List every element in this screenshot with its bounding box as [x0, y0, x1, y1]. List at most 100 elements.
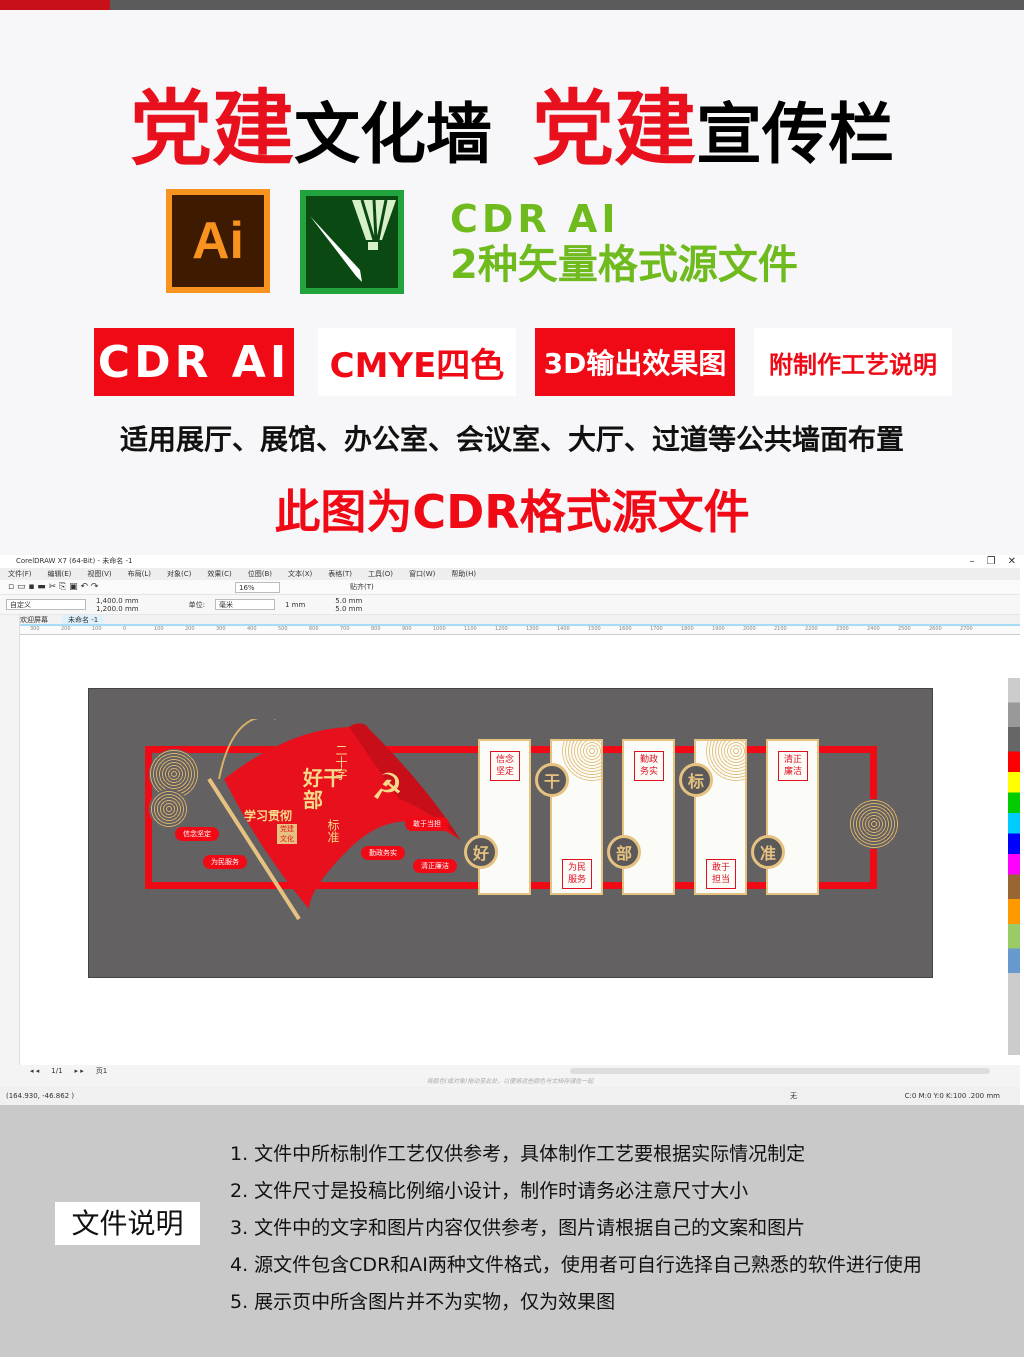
ruler-tick-label: 1800	[681, 626, 694, 632]
panel-seal: 信念 坚定	[490, 751, 520, 781]
panel: 敢于 担当	[694, 739, 747, 895]
panel: 信念 坚定	[478, 739, 531, 895]
formats-text: CDR AI 2种矢量格式源文件	[450, 196, 798, 288]
title-part: 文化墙	[294, 96, 492, 173]
property-bar: 自定义 1,400.0 mm 1,200.0 mm 单位: 毫米 1 mm 5.0…	[0, 595, 1020, 615]
unit-select[interactable]: 毫米	[214, 599, 275, 610]
minimize-icon[interactable]: –	[970, 555, 975, 568]
close-icon[interactable]: ✕	[1008, 555, 1016, 568]
tag-3d-output: 3D输出效果图	[535, 328, 735, 396]
nudge-field[interactable]: 1 mm	[285, 601, 305, 609]
design-artboard[interactable]: 学习贯彻 党建文化 二十字 好干部 标准 ☭ 信念坚定 为民服务 敢于当担 勤政…	[88, 688, 933, 978]
panel-circle: 好	[464, 835, 498, 869]
pill-label: 为民服务	[203, 855, 247, 869]
tag-cdr-ai: CDR AI	[94, 328, 294, 396]
ruler-tick-label: 1500	[588, 626, 601, 632]
toolbox[interactable]	[0, 615, 20, 1065]
menu-edit[interactable]: 编辑(E)	[48, 568, 72, 580]
menu-bitmaps[interactable]: 位图(B)	[248, 568, 272, 580]
ruler-tick-label: 800	[371, 626, 381, 632]
ruler-tick-label: 1900	[712, 626, 725, 632]
page-next-icon[interactable]: ▸ ▸	[75, 1065, 84, 1077]
ruler-tick-label: 600	[309, 626, 319, 632]
window-title: CorelDRAW X7 (64-Bit) - 未命名 -1	[16, 557, 133, 565]
ruler-tick-label: 2200	[805, 626, 818, 632]
new-icon[interactable]: ▫ ▭ ▪ ▬ ✂ ⎘ ▣ ↶ ↷	[8, 582, 98, 592]
ring-decoration	[849, 799, 899, 849]
ruler-tick-label: 0	[123, 626, 127, 632]
ring-decoration	[149, 789, 189, 829]
ruler-tick-label: 2100	[774, 626, 787, 632]
title-bar: CorelDRAW X7 (64-Bit) - 未命名 -1 – ❐ ✕	[0, 555, 1020, 568]
menu-file[interactable]: 文件(F)	[8, 568, 32, 580]
ruler-tick-label: 1400	[557, 626, 570, 632]
tag-craft-notes: 附制作工艺说明	[754, 328, 952, 396]
panel-seal: 清正 廉洁	[778, 751, 808, 781]
menu-table[interactable]: 表格(T)	[328, 568, 352, 580]
ruler-tick-label: 500	[278, 626, 288, 632]
document-palette-hint: 将颜色(或对象)拖动至此处，以便将这些颜色与文档存储在一起	[0, 1077, 1020, 1087]
horizontal-scrollbar[interactable]	[570, 1068, 990, 1074]
panel-seal: 为民 服务	[562, 859, 592, 889]
ruler-tick-label: 2400	[867, 626, 880, 632]
ruler-tick-label: 200	[61, 626, 71, 632]
ruler-tick-label: 2600	[929, 626, 942, 632]
menu-tools[interactable]: 工具(O)	[368, 568, 393, 580]
page-width-field[interactable]: 1,400.0 mm	[96, 597, 139, 605]
page-title: 党建文化墙 党建宣传栏	[0, 62, 1024, 181]
snap-menu[interactable]: 贴齐(T)	[350, 582, 374, 592]
dup-y-field[interactable]: 5.0 mm	[335, 605, 362, 613]
coreldraw-window: CorelDRAW X7 (64-Bit) - 未命名 -1 – ❐ ✕ 文件(F)…	[0, 555, 1024, 1105]
flag-big-text: 好干部	[303, 766, 343, 812]
page-prev-icon[interactable]: ◂ ◂	[30, 1065, 39, 1077]
panel: 勤政 务实	[622, 739, 675, 895]
note-item: 3. 文件中的文字和图片内容仅供参考，图片请根据自己的文案和图片	[230, 1217, 806, 1239]
formats-line1: CDR AI	[450, 197, 620, 241]
file-description-label: 文件说明	[55, 1202, 200, 1245]
ruler-tick-label: 900	[402, 626, 412, 632]
top-banner-strip	[0, 0, 1024, 10]
panel-circle: 准	[751, 835, 785, 869]
page-tab[interactable]: 页1	[96, 1065, 107, 1077]
note-item: 4. 源文件包含CDR和AI两种文件格式，使用者可自行选择自己熟悉的软件进行使用	[230, 1254, 922, 1276]
panel-circle: 标	[679, 763, 713, 797]
tab-document[interactable]: 未命名 -1	[62, 615, 105, 624]
color-palette[interactable]	[1008, 645, 1020, 1055]
pill-label: 敢于当担	[405, 817, 449, 831]
ruler-tick-label: 2700	[960, 626, 973, 632]
ruler-tick-label: 1600	[619, 626, 632, 632]
formats-line2: 2种矢量格式源文件	[450, 242, 798, 288]
menu-object[interactable]: 对象(C)	[167, 568, 191, 580]
panel: 清正 廉洁	[766, 739, 819, 895]
illustrator-logo-icon: Ai	[166, 189, 270, 293]
ruler-tick-label: 300	[30, 626, 40, 632]
page-navigator: ◂ ◂ 1/1 ▸ ▸ 页1	[0, 1065, 1020, 1077]
menu-window[interactable]: 窗口(W)	[409, 568, 435, 580]
usage-text: 适用展厅、展馆、办公室、会议室、大厅、过道等公共墙面布置	[119, 423, 904, 456]
tag-cmyk: CMYE四色	[318, 328, 516, 396]
fill-status: 无	[790, 1092, 797, 1100]
menu-text[interactable]: 文本(X)	[288, 568, 312, 580]
page-preset-select[interactable]: 自定义	[6, 599, 86, 610]
restore-icon[interactable]: ❐	[987, 555, 996, 568]
menu-bar: 文件(F) 编辑(E) 视图(V) 布局(L) 对象(C) 效果(C) 位图(B) 文本(X)…	[0, 568, 1020, 580]
menu-help[interactable]: 帮助(H)	[451, 568, 476, 580]
title-part: 宣传栏	[696, 96, 895, 173]
ruler-tick-label: 200	[185, 626, 195, 632]
page-height-field[interactable]: 1,200.0 mm	[96, 605, 139, 613]
dup-x-field[interactable]: 5.0 mm	[335, 597, 362, 605]
tab-welcome[interactable]: 欢迎屏幕	[20, 615, 48, 624]
ruler-tick-label: 700	[340, 626, 350, 632]
ruler-tick-label: 100	[92, 626, 102, 632]
unit-label: 单位:	[188, 600, 205, 609]
zoom-select[interactable]: 16%	[235, 582, 280, 593]
ruler-tick-label: 1700	[650, 626, 663, 632]
horizontal-ruler[interactable]: 300 200 100 0 100 200 300 400 500 600 700 800 900 100…	[0, 626, 1020, 635]
ruler-tick-label: 1000	[433, 626, 446, 632]
menu-layout[interactable]: 布局(L)	[128, 568, 151, 580]
note-item: 1. 文件中所标制作工艺仅供参考，具体制作工艺要根据实际情况制定	[230, 1143, 806, 1165]
standard-toolbar: ▫ ▭ ▪ ▬ ✂ ⎘ ▣ ↶ ↷ 16% 贴齐(T)	[0, 580, 1020, 595]
menu-effects[interactable]: 效果(C)	[207, 568, 231, 580]
title-part: 党建	[129, 82, 294, 177]
menu-view[interactable]: 视图(V)	[87, 568, 111, 580]
